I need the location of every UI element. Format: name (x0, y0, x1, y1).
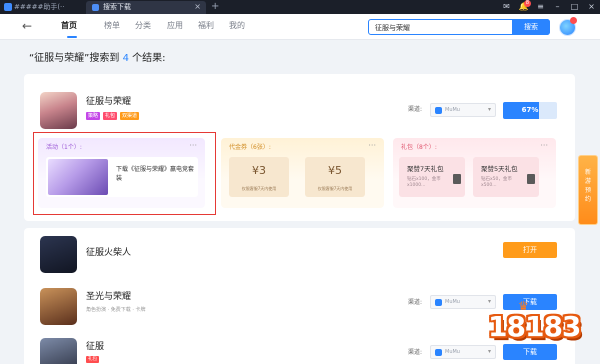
search-button[interactable]: 搜索 (512, 19, 550, 35)
heading-prefix: “征服与荣耀”搜索到 (29, 53, 120, 64)
coupon-more-icon[interactable]: ··· (368, 142, 376, 150)
browser-tab[interactable]: 搜索下载 × (86, 1, 206, 14)
game-title[interactable]: 征服 (86, 341, 104, 353)
game-subtitle: 角色扮演 · 免费下载 · 卡牌 (86, 307, 146, 313)
search-input[interactable] (375, 22, 505, 33)
coupon-note: 仅限客服7天内使用 (317, 186, 353, 191)
coupon-item[interactable]: ¥5 仅限客服7天内使用 (305, 157, 365, 197)
tag-strategy: 策略 (86, 112, 101, 120)
channel-value: MuMu (445, 349, 460, 355)
tag-dual-channel: 双渠道 (120, 112, 140, 120)
app-logo-icon (4, 3, 12, 11)
gift-name: 聚赞7天礼包 (407, 165, 444, 173)
channel-label: 渠道: (408, 299, 423, 306)
nav-item-mine[interactable]: 我的 (229, 21, 245, 31)
nav-item-apps[interactable]: 应用 (167, 21, 183, 31)
list-item[interactable]: 征服火柴人 打开 (24, 230, 575, 278)
gift-title: 礼包（8个）: (401, 144, 437, 151)
gift-panel: 礼包（8个）: ··· 聚赞7天礼包 钻石x100，金币x1000... 聚赞5… (393, 138, 556, 208)
new-tab-button[interactable]: + (211, 1, 219, 13)
coupon-note: 仅限客服7天内使用 (241, 186, 277, 191)
game-icon[interactable] (40, 288, 77, 325)
mumu-icon (435, 299, 442, 306)
gift-desc: 钻石x100，金币x1000... (407, 177, 441, 188)
tab-close-icon[interactable]: × (194, 2, 201, 12)
window-controls: ✉ 🔔 8 ≡ – □ × (498, 0, 600, 14)
game-title[interactable]: 征服火柴人 (86, 247, 131, 259)
app-name: #####助手(·· (14, 3, 65, 11)
result-count: 4 (122, 53, 129, 64)
coupon-item[interactable]: ¥3 仅限客服7天内使用 (229, 157, 289, 197)
gift-desc: 钻石x50，金币x500... (481, 177, 512, 188)
progress-text: 67% (521, 106, 539, 114)
gift-name: 聚赞5天礼包 (481, 165, 518, 173)
watermark-text: 18183 (488, 310, 581, 343)
channel-value: MuMu (445, 107, 460, 113)
coupon-title: 代金券（6张）: (229, 144, 271, 151)
coupon-value: ¥3 (252, 164, 266, 177)
notification-badge: 8 (524, 0, 531, 7)
nav-item-home[interactable]: 首页 (61, 21, 77, 31)
top-navbar: ← 首页 榜单 分类 应用 福利 我的 搜索 (0, 14, 600, 40)
nav-item-rank[interactable]: 榜单 (104, 21, 120, 31)
side-float-widget[interactable]: 新游预约 (578, 155, 598, 225)
gift-more-icon[interactable]: ··· (540, 142, 548, 150)
channel-select[interactable]: MuMu ▾ (430, 103, 496, 117)
game-icon[interactable] (40, 236, 77, 273)
gift-receive-button[interactable] (527, 174, 535, 184)
notification-icon[interactable]: 🔔 8 (515, 0, 532, 14)
maximize-icon[interactable]: □ (566, 0, 583, 14)
nav-item-welfare[interactable]: 福利 (198, 21, 214, 31)
gift-item[interactable]: 聚赞5天礼包 钻石x50，金币x500... (473, 157, 539, 197)
search-result-heading: “征服与荣耀”搜索到 4 个结果: (29, 52, 166, 66)
channel-label: 渠道: (408, 106, 423, 113)
nav-active-indicator (67, 36, 77, 38)
game-icon[interactable] (40, 338, 77, 364)
mumu-icon (435, 349, 442, 356)
chevron-down-icon: ▾ (487, 106, 491, 113)
back-arrow-icon[interactable]: ← (22, 19, 32, 33)
coupon-value: ¥5 (328, 164, 342, 177)
tag-gift: 礼包 (86, 356, 99, 363)
menu-icon[interactable]: ≡ (532, 0, 549, 14)
close-window-icon[interactable]: × (583, 0, 600, 14)
channel-value: MuMu (445, 299, 460, 305)
heading-suffix: 个结果: (132, 53, 166, 64)
nav-item-category[interactable]: 分类 (135, 21, 151, 31)
game-title[interactable]: 圣光与荣耀 (86, 291, 131, 303)
game-icon[interactable] (40, 92, 77, 129)
tab-favicon-icon (92, 4, 99, 11)
gift-item[interactable]: 聚赞7天礼包 钻石x100，金币x1000... (399, 157, 465, 197)
channel-label: 渠道: (408, 349, 423, 356)
coupon-panel: 代金券（6张）: ··· ¥3 仅限客服7天内使用 ¥5 仅限客服7天内使用 (221, 138, 384, 208)
avatar-badge (570, 17, 577, 24)
game-title[interactable]: 征服与荣耀 (86, 96, 131, 108)
download-progress-button[interactable]: 67% (503, 102, 557, 119)
search-box: 搜索 (368, 19, 550, 35)
minimize-icon[interactable]: – (549, 0, 566, 14)
gift-receive-button[interactable] (453, 174, 461, 184)
mumu-icon (435, 107, 442, 114)
side-float-label: 新游预约 (585, 169, 592, 203)
mail-icon[interactable]: ✉ (498, 0, 515, 14)
highlight-annotation-box (33, 132, 216, 215)
window-titlebar: #####助手(·· 搜索下载 × + ✉ 🔔 8 ≡ – □ × (0, 0, 600, 14)
tag-gift: 礼包 (103, 112, 118, 120)
tab-label: 搜索下载 (103, 3, 131, 11)
site-watermark: ♛ 18183 (480, 300, 590, 364)
open-button[interactable]: 打开 (503, 242, 557, 258)
